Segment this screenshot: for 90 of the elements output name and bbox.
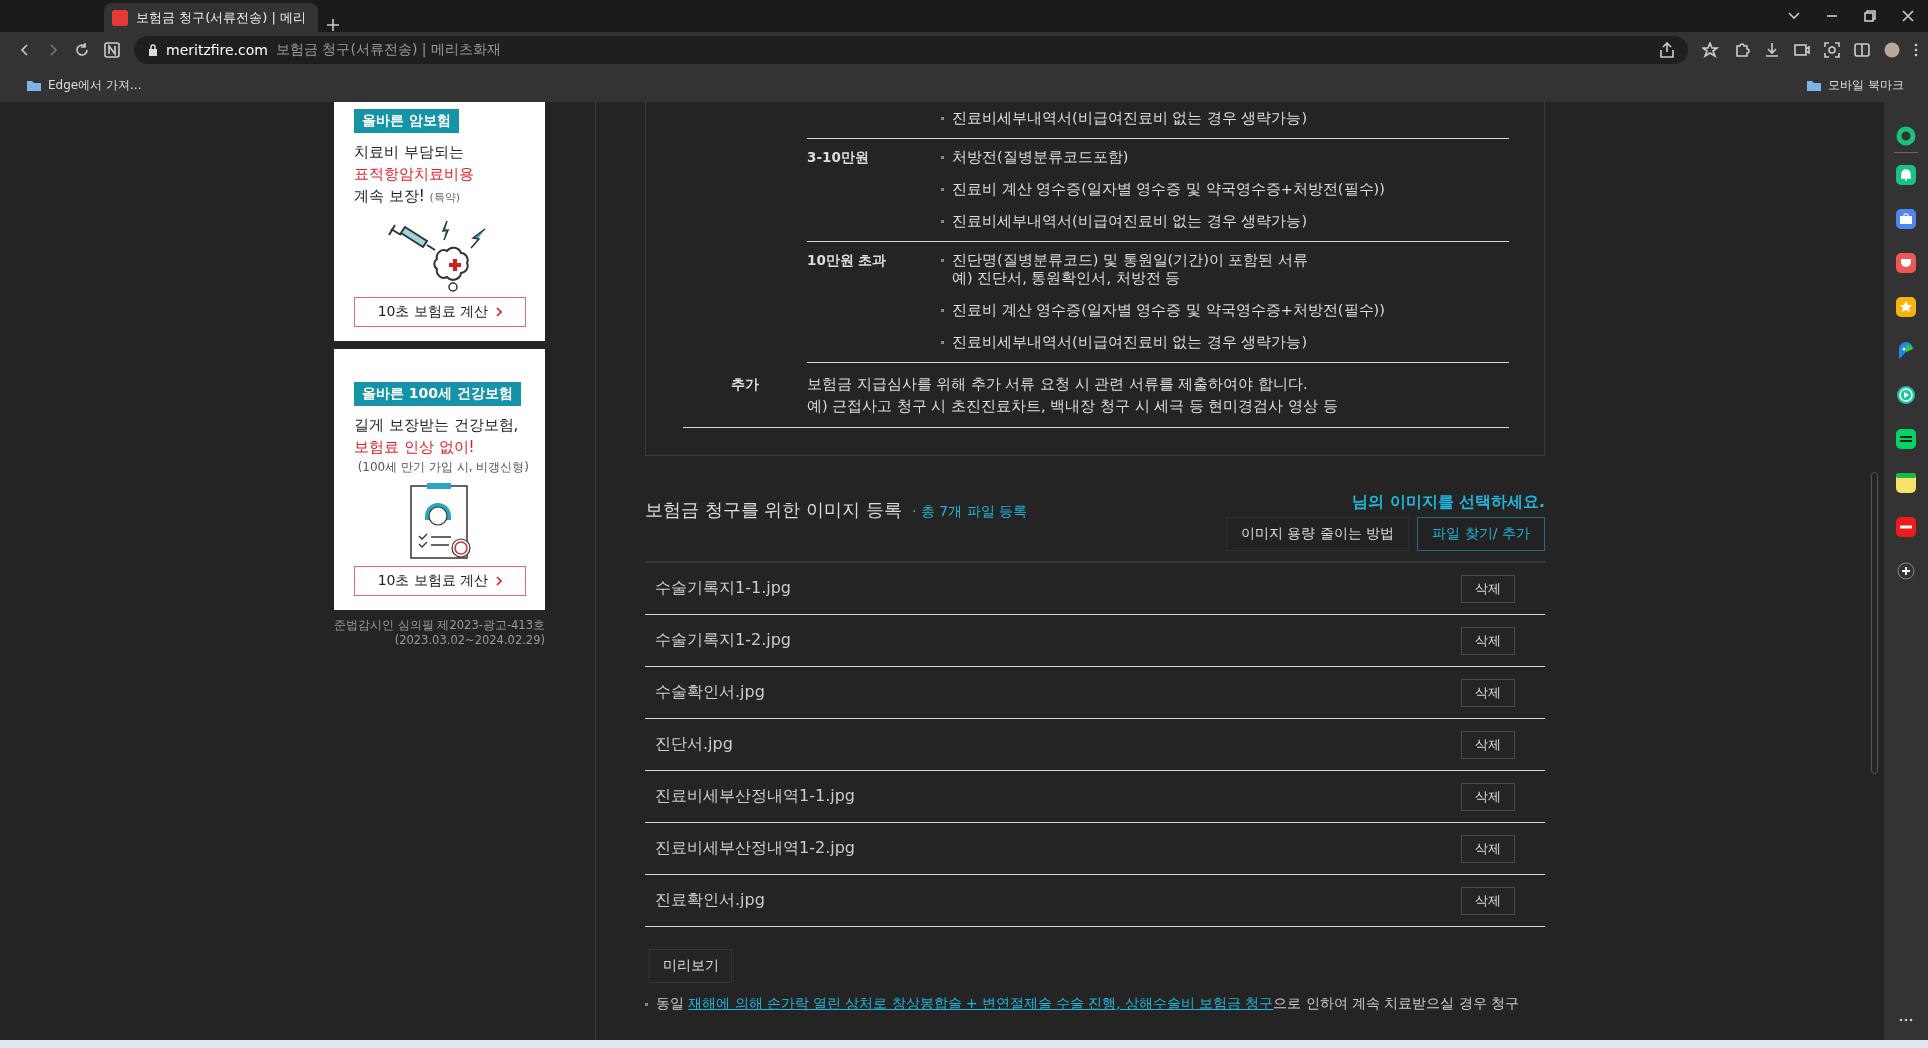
folder-icon	[26, 78, 42, 92]
file-name: 진료비세부산정내역1-1.jpg	[655, 786, 855, 807]
extra-label: 추가	[730, 375, 760, 394]
calculate-button[interactable]: 10초 보험료 계산	[354, 297, 526, 327]
page-title: 보험금 청구(서류전송) | 메리츠화재	[275, 41, 501, 59]
document-item: 진료비세부내역서(비급여진료비 없는 경우 생략가능)	[952, 212, 1308, 230]
delete-button[interactable]: 삭제	[1461, 626, 1515, 655]
bird-icon[interactable]	[1896, 341, 1916, 361]
delete-button[interactable]: 삭제	[1461, 574, 1515, 603]
bullet-icon	[941, 156, 944, 159]
document-item: 진료비세부내역서(비급여진료비 없는 경우 생략가능)	[952, 333, 1308, 351]
folder-icon	[1806, 78, 1823, 92]
ad-notice: 준법감시인 심의필 제2023-광고-413호 (2023.03.02~2024.02.29)	[334, 618, 545, 648]
close-icon[interactable]	[1902, 10, 1914, 22]
split-screen-icon[interactable]	[1854, 42, 1870, 58]
ad-headline: 치료비 부담되는	[354, 142, 465, 163]
file-name: 진료확인서.jpg	[655, 890, 765, 911]
browser-tab[interactable]: 보험금 청구(서류전송) | 메리	[104, 3, 318, 32]
bullet-icon	[941, 341, 944, 344]
site-favicon	[112, 9, 128, 26]
media-icon[interactable]	[1794, 42, 1810, 58]
file-name: 수술기록지1-1.jpg	[655, 578, 791, 599]
add-icon[interactable]	[1897, 562, 1915, 580]
bullet-icon	[941, 188, 944, 191]
upload-prompt: 님의 이미지를 선택하세요.	[1352, 492, 1545, 513]
chevron-down-icon[interactable]	[1788, 12, 1800, 20]
delete-button[interactable]: 삭제	[1461, 730, 1515, 759]
delete-button[interactable]: 삭제	[1461, 782, 1515, 811]
delete-button[interactable]: 삭제	[1461, 886, 1515, 915]
section-title: 보험금 청구를 위한 이미지 등록	[645, 498, 902, 522]
lock-icon	[148, 44, 158, 56]
document-item: 처방전(질병분류코드포함)	[952, 148, 1129, 166]
url-domain: meritzfire.com	[166, 42, 268, 58]
extra-note: 보험금 지급심사를 위해 추가 서류 요청 시 관련 서류를 제출하여야 합니다. 예) 근접사고 청구 시 초진진료차트, 백내장 청구 시 세극 등 현미경검사 영상 등	[807, 375, 1339, 416]
bookmark-folder[interactable]: Edge에서 가져...	[26, 76, 142, 94]
ad-card[interactable]: 올바른 100세 건강보험 길게 보장받는 건강보험, 보험료 인상 없이! (100세 만기 가입 시, 비갱신형) 10초 보험료 계산	[334, 349, 545, 610]
ad-badge: 올바른 100세 건강보험	[354, 382, 521, 406]
play-icon[interactable]	[1896, 385, 1916, 405]
circle-icon[interactable]	[1896, 126, 1916, 146]
share-icon[interactable]	[1660, 42, 1674, 58]
calculate-button[interactable]: 10초 보험료 계산	[354, 566, 526, 596]
document-item: 진료비 계산 영수증(일자별 영수증 및 약국영수증+처방전(필수))	[952, 180, 1385, 198]
file-name: 수술확인서.jpg	[655, 682, 765, 703]
ad-badge: 올바른 암보험	[354, 109, 459, 133]
footnote-text: 동일 재해에 의해 손가락 열린 상처로 창상봉합술 + 변연절제술 수술 진행, 상해수술비 보험금 청구으로 인하여 계속 치료받으실 경우 청구	[656, 995, 1519, 1013]
briefcase-icon[interactable]	[1896, 209, 1916, 229]
caret-icon	[496, 307, 503, 317]
amount-label: 10만원 초과	[807, 252, 887, 268]
address-bar[interactable]: meritzfire.com 보험금 청구(서류전송) | 메리츠화재	[134, 36, 1688, 64]
bullet-icon	[941, 117, 944, 120]
restore-icon[interactable]	[1864, 10, 1876, 22]
more-icon[interactable]	[1899, 1018, 1913, 1022]
ad-headline: 보험료 인상 없이!	[354, 437, 476, 458]
help-button[interactable]: 이미지 용량 줄이는 방법	[1226, 517, 1410, 551]
bullet-icon	[645, 1002, 648, 1006]
footnote-link[interactable]: 재해에 의해 손가락 열린 상처로 창상봉합술 + 변연절제술 수술 진행, 상해수술비 보험금 청구	[688, 995, 1274, 1011]
preview-button[interactable]: 미리보기	[649, 949, 732, 983]
ad-headline: (100세 만기 가입 시, 비갱신형)	[357, 459, 529, 476]
note-icon[interactable]	[1896, 473, 1916, 493]
profile-icon[interactable]	[1884, 42, 1900, 58]
new-tab-icon[interactable]	[326, 18, 340, 32]
document-item: 진단명(질병분류코드) 및 통원일(기간)이 포함된 서류 예) 진단서, 통원확인서, 처방전 등	[952, 251, 1309, 287]
screenshot-icon[interactable]	[1824, 42, 1840, 58]
ad-headline: 길게 보장받는 건강보험,	[354, 415, 520, 436]
bell-icon[interactable]	[1896, 165, 1916, 185]
file-name: 수술기록지1-2.jpg	[655, 630, 791, 651]
document-item: 진료비세부내역서(비급여진료비 없는 경우 생략가능)	[952, 109, 1308, 127]
bookmark-folder[interactable]: 모바일 북마크	[1806, 76, 1904, 94]
amount-label: 3-10만원	[807, 149, 869, 165]
file-count: · 총 7개 파일 등록	[911, 503, 1028, 521]
add-file-button[interactable]: 파일 찾기/ 추가	[1417, 517, 1545, 551]
ad-card[interactable]: 올바른 암보험 치료비 부담되는 표적항암치료비용 계속 보장! (특약) 10초 보험료 계산	[334, 102, 545, 341]
file-name: 진단서.jpg	[655, 734, 733, 755]
delete-button[interactable]: 삭제	[1461, 678, 1515, 707]
more-icon[interactable]	[1914, 43, 1918, 57]
file-name: 진료비세부산정내역1-2.jpg	[655, 838, 855, 859]
ad-headline: 계속 보장! (특약)	[354, 186, 462, 207]
n-icon[interactable]	[104, 42, 120, 58]
favorites-icon[interactable]	[1702, 42, 1720, 58]
bullet-icon	[941, 259, 944, 262]
extensions-icon[interactable]	[1734, 42, 1750, 58]
delete-button[interactable]: 삭제	[1461, 834, 1515, 863]
download-icon[interactable]	[1764, 42, 1780, 58]
caret-icon	[496, 576, 503, 586]
document-item: 진료비 계산 영수증(일자별 영수증 및 약국영수증+처방전(필수))	[952, 301, 1385, 319]
bullet-icon	[941, 309, 944, 312]
bullet-icon	[941, 220, 944, 223]
ad-headline: 표적항암치료비용	[354, 164, 475, 185]
reload-icon[interactable]	[74, 42, 90, 58]
pocket-icon[interactable]	[1896, 253, 1916, 273]
